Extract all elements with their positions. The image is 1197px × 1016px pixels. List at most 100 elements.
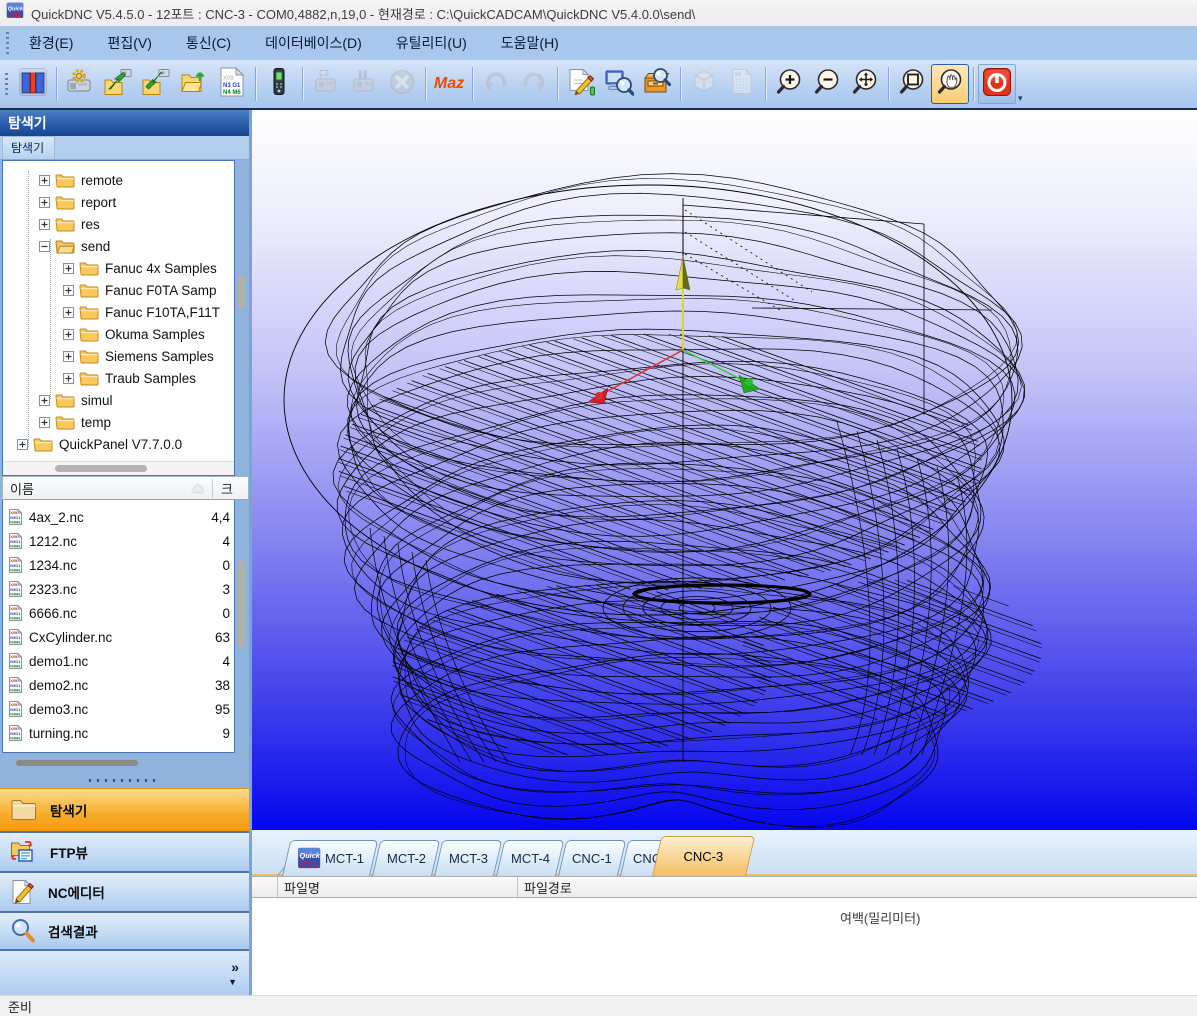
tree-item-report[interactable]: report [3, 191, 234, 213]
file-row-1212-nc[interactable]: X09N3G1N4M61212.nc4 [3, 529, 234, 553]
tree-item-remote[interactable]: remote [3, 169, 234, 191]
nav-nc-editor-button[interactable]: NC에디터 [0, 873, 249, 913]
file-row-demo2-nc[interactable]: X09N3G1N4M6demo2.nc38 [3, 673, 234, 697]
tree-item-label: Fanuc F10TA,F11T [105, 305, 220, 320]
tree-item-fanuc-f0ta-samp[interactable]: Fanuc F0TA Samp [3, 279, 234, 301]
expand-icon[interactable] [39, 395, 50, 406]
collapse-arrow-icon[interactable]: ▼ [228, 977, 237, 987]
file-row-1234-nc[interactable]: X09N3G1N4M61234.nc0 [3, 553, 234, 577]
expand-icon[interactable] [17, 439, 28, 450]
menu-1[interactable]: 편집(V) [93, 28, 165, 58]
tab-cnc-1[interactable]: CNC-1 [558, 840, 626, 876]
panel-splitter[interactable] [0, 773, 249, 788]
nc-editor-icon [10, 879, 36, 905]
scrollbar-thumb[interactable] [238, 275, 245, 309]
expand-icon[interactable] [63, 351, 74, 362]
tree-item-siemens-samples[interactable]: Siemens Samples [3, 345, 234, 367]
file-row-2323-nc[interactable]: X09N3G1N4M62323.nc3 [3, 577, 234, 601]
pan-button[interactable] [931, 64, 969, 104]
search-computer-button[interactable] [600, 64, 638, 104]
port-settings-button[interactable] [14, 64, 52, 104]
nc-file-button[interactable]: X09N3 G1N4 M6 [213, 64, 251, 104]
machine-config-button[interactable] [61, 64, 99, 104]
tree-item-fanuc-4x-samples[interactable]: Fanuc 4x Samples [3, 257, 234, 279]
tab-mct-4[interactable]: MCT-4 [496, 840, 564, 876]
redo-button [515, 64, 553, 104]
file-row-6666-nc[interactable]: X09N3G1N4M66666.nc0 [3, 601, 234, 625]
tree-item-okuma-samples[interactable]: Okuma Samples [3, 323, 234, 345]
zoom-window-button[interactable] [893, 64, 931, 104]
toolbar-overflow-icon[interactable]: ▾ [1018, 93, 1023, 104]
send-file-button[interactable] [99, 64, 137, 104]
queue-grid-body[interactable]: 여백(밀리미터) [252, 898, 1197, 995]
svg-text:N4M6: N4M6 [10, 520, 20, 524]
column-name[interactable]: 이름 [3, 479, 212, 498]
tree-item-send[interactable]: send [3, 235, 234, 257]
tree-item-res[interactable]: res [3, 213, 234, 235]
expand-icon[interactable] [63, 373, 74, 384]
receive-file-button[interactable] [137, 64, 175, 104]
tree-item-temp[interactable]: temp [3, 411, 234, 433]
tree-item-traub-samples[interactable]: Traub Samples [3, 367, 234, 389]
expand-icon[interactable] [39, 197, 50, 208]
column-size[interactable]: 크 [212, 479, 248, 498]
zoom-out-button[interactable] [808, 64, 846, 104]
menu-3[interactable]: 데이터베이스(D) [251, 28, 376, 58]
tree-horizontal-scrollbar[interactable] [3, 461, 234, 475]
folder-transfer-button[interactable] [175, 64, 213, 104]
tab-mct-3[interactable]: MCT-3 [434, 840, 502, 876]
expand-icon[interactable] [63, 329, 74, 340]
scrollbar-thumb[interactable] [55, 465, 147, 472]
tree-vertical-scrollbar[interactable] [235, 160, 249, 476]
zoom-in-button[interactable] [770, 64, 808, 104]
file-size: 0 [222, 606, 230, 621]
tab-mct-2[interactable]: MCT-2 [372, 840, 440, 876]
svg-text:N4M6: N4M6 [10, 664, 20, 668]
svg-text:N4M6: N4M6 [10, 568, 20, 572]
more-buttons-chevron-icon[interactable]: » [231, 959, 239, 975]
tree-item-simul[interactable]: simul [3, 389, 234, 411]
file-row-turning-nc[interactable]: X09N3G1N4M6turning.nc9 [3, 721, 234, 745]
3d-toolpath-viewport[interactable] [252, 110, 1197, 830]
nav-ftp-view-button[interactable]: FTP뷰 [0, 833, 249, 873]
toolbar-separator [425, 67, 426, 101]
column-filename[interactable]: 파일명 [278, 877, 518, 897]
zoom-extents-button[interactable] [846, 64, 884, 104]
nav-search-results-button[interactable]: 검색결과 [0, 913, 249, 951]
list-horizontal-scrollbar[interactable] [0, 753, 249, 773]
exit-button[interactable] [978, 64, 1016, 104]
scrollbar-thumb[interactable] [16, 760, 138, 766]
menu-0[interactable]: 환경(E) [15, 28, 87, 58]
tab-cnc-3[interactable]: CNC-3 [652, 836, 755, 876]
menu-4[interactable]: 유틸리티(U) [382, 28, 481, 58]
menu-5[interactable]: 도움말(H) [487, 28, 573, 58]
expand-icon[interactable] [39, 175, 50, 186]
mobile-device-button[interactable] [260, 64, 298, 104]
explorer-panel-tab[interactable]: 탐색기 [0, 136, 249, 160]
menu-2[interactable]: 통신(C) [172, 28, 245, 58]
expand-icon[interactable] [63, 285, 74, 296]
list-vertical-scrollbar[interactable] [235, 500, 249, 753]
column-filepath[interactable]: 파일경로 [518, 877, 1197, 897]
file-row-demo1-nc[interactable]: X09N3G1N4M6demo1.nc4 [3, 649, 234, 673]
svg-text:N3G1: N3G1 [10, 684, 20, 688]
expand-icon[interactable] [63, 263, 74, 274]
search-archive-button[interactable] [638, 64, 676, 104]
expand-icon[interactable] [63, 307, 74, 318]
tree-item-fanuc-f10ta-f11t[interactable]: Fanuc F10TA,F11T [3, 301, 234, 323]
tree-item-quickpanel-v7-7-0-0[interactable]: QuickPanel V7.7.0.0 [3, 433, 234, 455]
edit-nc-button[interactable] [562, 64, 600, 104]
file-row-demo3-nc[interactable]: X09N3G1N4M6demo3.nc95 [3, 697, 234, 721]
nav-explorer-button[interactable]: 탐색기 [0, 788, 249, 833]
expand-icon[interactable] [39, 219, 50, 230]
collapse-icon[interactable] [39, 241, 50, 252]
mobile-device-icon [264, 67, 294, 102]
mazak-button[interactable]: Maz [430, 64, 468, 104]
nav-button-label: NC에디터 [48, 882, 105, 902]
file-row-CxCylinder-nc[interactable]: X09N3G1N4M6CxCylinder.nc63 [3, 625, 234, 649]
file-list: X09N3G1N4M64ax_2.nc4,4X09N3G1N4M61212.nc… [2, 500, 235, 753]
scrollbar-thumb[interactable] [238, 560, 245, 648]
tab-mct-1[interactable]: QuickDNCMCT-1 [282, 840, 378, 876]
expand-icon[interactable] [39, 417, 50, 428]
file-row-4ax-2-nc[interactable]: X09N3G1N4M64ax_2.nc4,4 [3, 505, 234, 529]
